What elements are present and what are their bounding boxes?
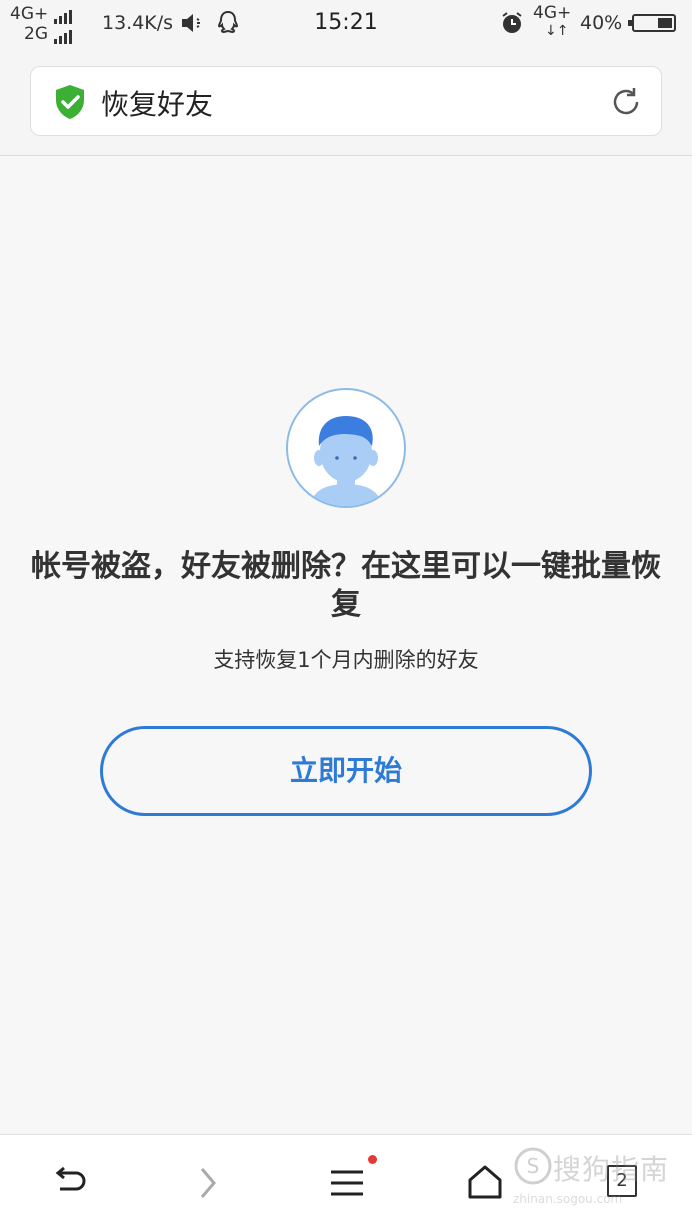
battery-icon (628, 14, 676, 32)
start-button[interactable]: 立即开始 (100, 726, 592, 816)
watermark-url: zhinan.sogou.com (513, 1192, 623, 1206)
status-bar: 4G+ 2G 13.4K/s 15:21 4G+ ↓↑ 40% (0, 0, 692, 48)
alarm-icon (500, 11, 524, 39)
shield-check-icon (53, 84, 87, 124)
network-indicator-right: 4G+ ↓↑ (533, 4, 571, 40)
address-bar[interactable]: 恢复好友 (30, 66, 662, 136)
home-icon[interactable] (465, 1163, 505, 1207)
headline: 帐号被盗，好友被删除？在这里可以一键批量恢复 (31, 549, 661, 622)
forward-icon[interactable] (190, 1163, 224, 1207)
back-icon[interactable] (50, 1163, 90, 1207)
menu-icon[interactable] (328, 1163, 366, 1207)
page-title: 恢复好友 (101, 88, 214, 121)
svg-text:S: S (527, 1154, 540, 1178)
watermark-text: 搜狗指南 (553, 1153, 670, 1186)
network-type-right: 4G+ (533, 3, 572, 23)
battery-percent: 40% (580, 12, 623, 34)
sogou-logo-icon: S (514, 1147, 552, 1185)
data-arrows-icon: ↓↑ (545, 23, 569, 39)
reload-icon[interactable] (609, 85, 643, 123)
watermark: S 搜狗指南 zhinan.sogou.com (513, 1140, 673, 1210)
notification-dot (368, 1155, 377, 1164)
subheadline: 支持恢复1个月内删除的好友 (213, 648, 479, 672)
browser-header: 恢复好友 (0, 48, 692, 156)
user-avatar-icon (286, 388, 406, 508)
